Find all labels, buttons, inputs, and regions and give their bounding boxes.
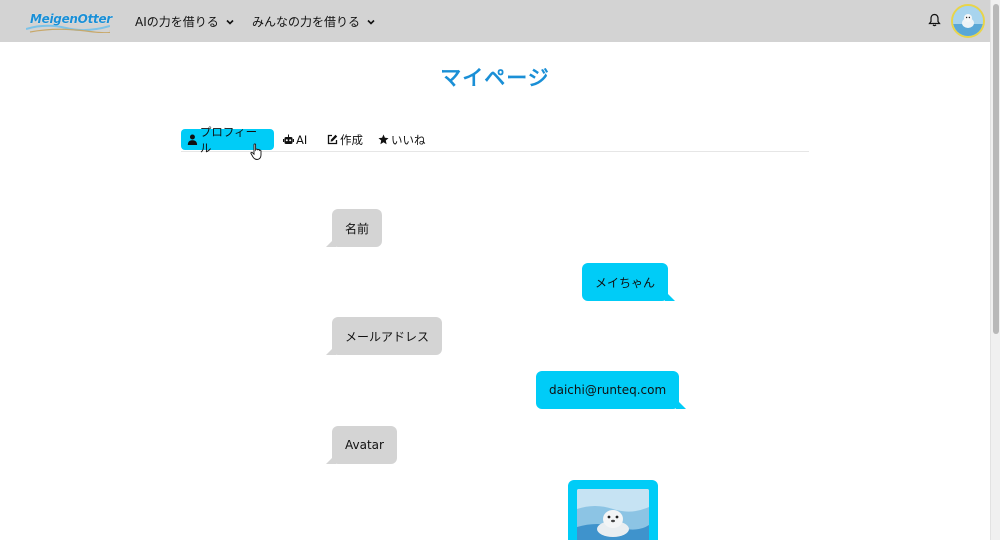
- profile-avatar-image: [577, 489, 649, 540]
- ai-help-menu-label: AIの力を借りる: [135, 15, 219, 29]
- email-value-bubble: daichi@runteq.com: [536, 371, 687, 409]
- mypage-tabs: プロフィール AI 作成 いいね: [181, 125, 809, 155]
- avatar-otter-image: [953, 6, 983, 36]
- name-value: メイちゃん: [595, 275, 656, 290]
- name-value-bubble: メイちゃん: [582, 263, 676, 301]
- star-icon: [378, 134, 389, 145]
- user-avatar[interactable]: [951, 4, 985, 38]
- chevron-down-icon: [367, 19, 375, 25]
- user-icon: [187, 134, 198, 145]
- top-navbar: MeigenOtter AIの力を借りる みんなの力を借りる: [0, 0, 990, 42]
- email-label-bubble: メールアドレス: [325, 317, 443, 355]
- community-help-menu-label: みんなの力を借りる: [252, 15, 361, 29]
- chevron-down-icon: [226, 19, 234, 25]
- notification-bell-icon[interactable]: [928, 13, 941, 27]
- edit-icon: [327, 134, 338, 145]
- robot-icon: [283, 134, 294, 144]
- page-scrollbar[interactable]: [990, 0, 1000, 540]
- email-value: daichi@runteq.com: [549, 383, 667, 397]
- community-help-menu[interactable]: みんなの力を借りる: [252, 13, 376, 30]
- page-title: マイページ: [440, 66, 550, 90]
- tab-ai[interactable]: AI: [277, 129, 313, 150]
- tab-likes-label: いいね: [391, 132, 426, 147]
- meigenotter-logo[interactable]: MeigenOtter: [26, 9, 112, 33]
- tab-likes[interactable]: いいね: [372, 129, 432, 150]
- tab-ai-label: AI: [296, 132, 308, 147]
- name-label-bubble: 名前: [325, 209, 383, 247]
- email-label: メールアドレス: [345, 329, 430, 344]
- logo-wave-icon: [26, 24, 110, 33]
- scrollbar-thumb[interactable]: [993, 4, 999, 334]
- avatar-image-bubble: [568, 480, 658, 540]
- avatar-label-bubble: Avatar: [326, 426, 397, 464]
- hand-cursor-icon: [250, 143, 262, 160]
- ai-help-menu[interactable]: AIの力を借りる: [135, 13, 235, 30]
- tab-created-label: 作成: [340, 132, 363, 147]
- name-label: 名前: [345, 221, 370, 236]
- otter-photo-icon: [577, 489, 649, 540]
- tab-created[interactable]: 作成: [321, 129, 369, 150]
- avatar-label: Avatar: [345, 438, 384, 452]
